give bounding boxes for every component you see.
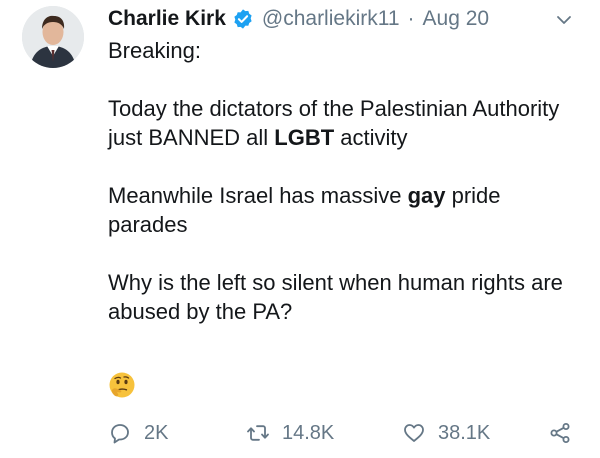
share-icon [550, 423, 570, 443]
thinking-face-icon [108, 371, 136, 399]
text-segment: activity [334, 125, 408, 150]
avatar[interactable] [22, 6, 84, 68]
tweet-paragraph-1: Today the dictators of the Palestinian A… [108, 94, 578, 152]
tweet-paragraph-2: Meanwhile Israel has massive gay pride p… [108, 181, 578, 239]
bold-term: gay [407, 183, 446, 208]
tweet-date[interactable]: Aug 20 [423, 7, 490, 31]
tweet-paragraph-3: Why is the left so silent when human rig… [108, 270, 563, 324]
separator-dot: · [407, 7, 415, 30]
like-count: 38.1K [438, 421, 491, 444]
tweet-text: Breaking: Today the dictators of the Pal… [108, 36, 578, 355]
share-button[interactable] [548, 418, 572, 448]
author-handle[interactable]: @charliekirk11 [262, 7, 400, 31]
heart-icon [404, 424, 424, 442]
tweet: Charlie Kirk @charliekirk11 · Aug 20 Bre… [0, 0, 600, 458]
like-button[interactable]: 38.1K [402, 418, 490, 448]
reply-count: 2K [144, 421, 169, 444]
text-segment: Meanwhile Israel has massive [108, 183, 408, 208]
reply-icon [111, 424, 129, 444]
tweet-actions: 2K 14.8K 38.1K [108, 418, 588, 448]
verified-badge-icon [232, 8, 254, 30]
tweet-header: Charlie Kirk @charliekirk11 · Aug 20 [108, 4, 489, 34]
avatar-photo [22, 6, 84, 68]
retweet-icon [247, 425, 269, 441]
bold-term: LGBT [274, 125, 335, 150]
retweet-count: 14.8K [282, 421, 335, 444]
chevron-down-icon[interactable] [554, 10, 574, 30]
tweet-line-breaking: Breaking: [108, 38, 201, 63]
reply-button[interactable]: 2K [108, 418, 168, 448]
author-name[interactable]: Charlie Kirk [108, 7, 226, 31]
retweet-button[interactable]: 14.8K [246, 418, 334, 448]
